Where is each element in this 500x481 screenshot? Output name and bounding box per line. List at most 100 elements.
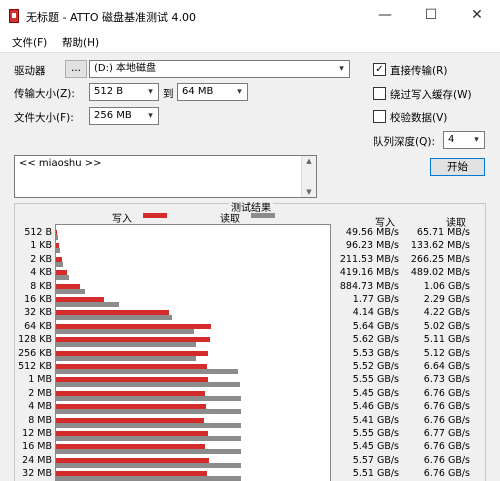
read-speed-value: 6.76 GB/s: [423, 454, 470, 466]
write-speed-value: 5.46 GB/s: [352, 401, 399, 413]
read-bar: [56, 248, 60, 254]
notes-scrollbar[interactable]: ▲ ▼: [301, 156, 316, 197]
write-speed-value: 5.45 GB/s: [352, 441, 399, 453]
write-speed-value: 5.53 GB/s: [352, 347, 399, 359]
transfer-to-select[interactable]: 64 MB ▾: [177, 83, 248, 101]
direct-io-label: 直接传输(R): [390, 65, 448, 77]
read-speed-value: 5.12 GB/s: [423, 347, 470, 359]
read-bar: [56, 315, 172, 321]
write-speed-value: 211.53 MB/s: [339, 253, 399, 265]
write-speed-value: 419.16 MB/s: [339, 267, 399, 279]
drive-select[interactable]: (D:) 本地磁盘 ▾: [89, 60, 350, 78]
write-speed-value: 5.52 GB/s: [352, 361, 399, 372]
queue-depth-select[interactable]: 4 ▾: [443, 131, 485, 149]
row-label: 8 MB: [28, 414, 52, 426]
row-label: 24 MB: [22, 454, 52, 466]
write-speed-value: 884.73 MB/s: [339, 280, 399, 292]
write-speed-value: 5.64 GB/s: [352, 320, 399, 332]
file-size-label: 文件大小(F):: [14, 112, 74, 124]
read-bar: [56, 369, 238, 374]
transfer-from-value: 512 B: [94, 86, 124, 97]
write-speed-value: 5.57 GB/s: [352, 454, 399, 466]
start-button[interactable]: 开始: [430, 158, 485, 176]
chevron-down-icon: ▾: [237, 87, 242, 97]
check-icon: ✓: [375, 64, 384, 75]
read-bar: [56, 342, 196, 348]
queue-depth-label: 队列深度(Q):: [373, 136, 435, 148]
write-speed-value: 5.62 GB/s: [352, 334, 399, 346]
notes-textarea[interactable]: << miaoshu >> ▲ ▼: [14, 155, 317, 198]
notes-text: << miaoshu >>: [19, 158, 102, 169]
row-label: 32 KB: [24, 307, 52, 319]
row-label: 1 KB: [30, 240, 52, 252]
close-button[interactable]: ✕: [454, 0, 500, 32]
drive-value: (D:) 本地磁盘: [94, 63, 157, 74]
read-bar: [56, 261, 64, 267]
read-speed-value: 6.76 GB/s: [423, 468, 470, 480]
row-label: 16 KB: [24, 294, 52, 305]
read-speed-value: 6.77 GB/s: [423, 428, 470, 439]
read-speed-value: 2.29 GB/s: [423, 294, 470, 305]
chevron-down-icon: ▾: [148, 87, 153, 97]
title-bar: 无标题 - ATTO 磁盘基准测试 4.00 — ☐ ✕: [0, 0, 500, 32]
read-bar: [56, 409, 242, 415]
row-label: 2 MB: [28, 387, 52, 399]
verify-data-checkbox[interactable]: [373, 110, 386, 123]
read-speed-value: 1.06 GB/s: [423, 280, 470, 292]
read-bar: [56, 275, 70, 281]
scroll-down-icon[interactable]: ▼: [302, 188, 316, 196]
read-bar: [56, 328, 194, 334]
legend-write-swatch: [143, 213, 167, 218]
read-bar: [56, 422, 242, 428]
read-speed-value: 5.11 GB/s: [423, 334, 470, 346]
transfer-to-value: 64 MB: [182, 86, 214, 97]
read-speed-value: 6.73 GB/s: [423, 374, 470, 386]
read-speed-value: 6.64 GB/s: [423, 361, 470, 372]
read-speed-value: 4.22 GB/s: [423, 307, 470, 319]
menu-help[interactable]: 帮助(H): [62, 35, 99, 50]
direct-io-checkbox[interactable]: ✓: [373, 63, 386, 76]
row-label: 16 MB: [22, 441, 52, 453]
row-label: 128 KB: [18, 334, 52, 346]
read-speed-value: 5.02 GB/s: [423, 320, 470, 332]
write-speed-value: 5.41 GB/s: [352, 414, 399, 426]
chevron-down-icon: ▾: [339, 64, 344, 74]
write-speed-value: 49.56 MB/s: [345, 227, 399, 238]
window-title: 无标题 - ATTO 磁盘基准测试 4.00: [26, 11, 197, 24]
read-bar: [56, 436, 242, 441]
read-speed-value: 133.62 MB/s: [410, 240, 470, 252]
menu-file[interactable]: 文件(F): [12, 35, 47, 50]
chevron-down-icon: ▾: [148, 111, 153, 121]
legend-read-swatch: [251, 213, 275, 218]
legend-write-label: 写入: [112, 214, 132, 225]
read-bar: [56, 235, 58, 240]
drive-browse-button[interactable]: ...: [65, 60, 87, 78]
row-label: 32 MB: [22, 468, 52, 480]
read-speed-value: 489.02 MB/s: [410, 267, 470, 279]
scroll-up-icon[interactable]: ▲: [302, 157, 316, 165]
minimize-button[interactable]: —: [362, 0, 408, 32]
row-label: 2 KB: [30, 253, 52, 265]
row-label: 512 KB: [18, 361, 52, 372]
read-bar: [56, 395, 242, 401]
transfer-from-select[interactable]: 512 B ▾: [89, 83, 159, 101]
results-chart: [55, 224, 331, 481]
read-bar: [56, 449, 242, 455]
queue-depth-value: 4: [448, 134, 455, 145]
row-label: 512 B: [24, 227, 52, 238]
read-bar: [56, 355, 197, 361]
read-speed-value: 266.25 MB/s: [410, 253, 470, 265]
row-label: 8 KB: [30, 280, 52, 292]
row-label: 4 MB: [28, 401, 52, 413]
verify-data-label: 校验数据(V): [390, 112, 448, 124]
app-icon: [9, 9, 19, 23]
maximize-button[interactable]: ☐: [408, 0, 454, 32]
row-label: 12 MB: [22, 428, 52, 439]
file-size-select[interactable]: 256 MB ▾: [89, 107, 159, 125]
write-speed-value: 5.45 GB/s: [352, 387, 399, 399]
write-speed-value: 5.55 GB/s: [352, 428, 399, 439]
write-speed-value: 96.23 MB/s: [345, 240, 399, 252]
menu-bar: 文件(F) 帮助(H): [0, 32, 500, 53]
bypass-cache-label: 绕过写入缓存(W): [390, 89, 472, 101]
bypass-cache-checkbox[interactable]: [373, 87, 386, 100]
